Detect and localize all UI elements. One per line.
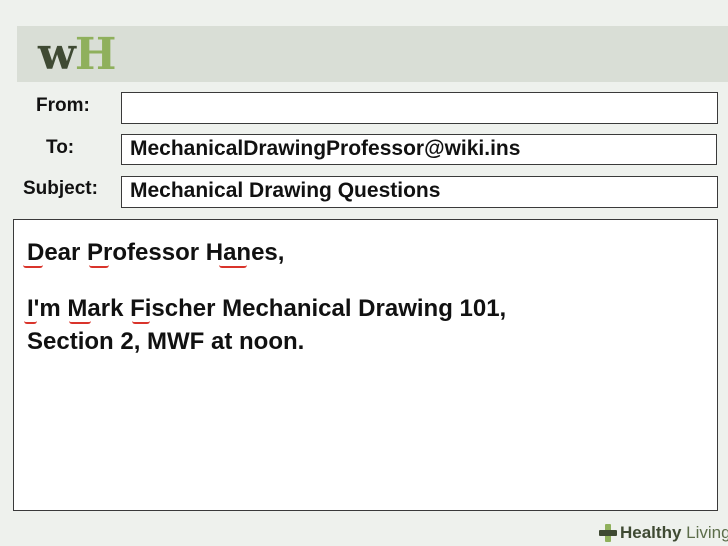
capital-underline [132,318,150,324]
capital-underline [69,318,91,324]
logo-h: H [74,29,117,80]
subject-field[interactable]: Mechanical Drawing Questions [121,176,718,208]
subject-label: Subject: [23,178,98,199]
message-body[interactable]: Dear Professor Hanes, I'm Mark Fischer M… [13,219,718,511]
footer-brand: Healthy Living [620,523,728,542]
to-field[interactable]: MechanicalDrawingProfessor@wiki.ins [121,134,717,165]
capital-underline [89,262,109,268]
wikihow-logo: wH [38,29,117,80]
email-illustration: wH From: To: MechanicalDrawingProfessor@… [0,0,728,546]
logo-w: w [38,29,76,80]
from-label: From: [36,95,90,116]
message-line-1: I'm Mark Fischer Mechanical Drawing 101, [27,295,507,322]
capital-underline [23,262,43,268]
healthy-living-logo: Healthy Living [598,522,728,544]
header-band [17,26,728,82]
medical-cross-icon [599,524,617,542]
to-label: To: [46,137,75,158]
message-line-2: Section 2, MWF at noon. [27,328,305,355]
capital-underline [24,318,37,324]
from-field[interactable] [121,92,718,124]
capital-underline [219,262,247,268]
